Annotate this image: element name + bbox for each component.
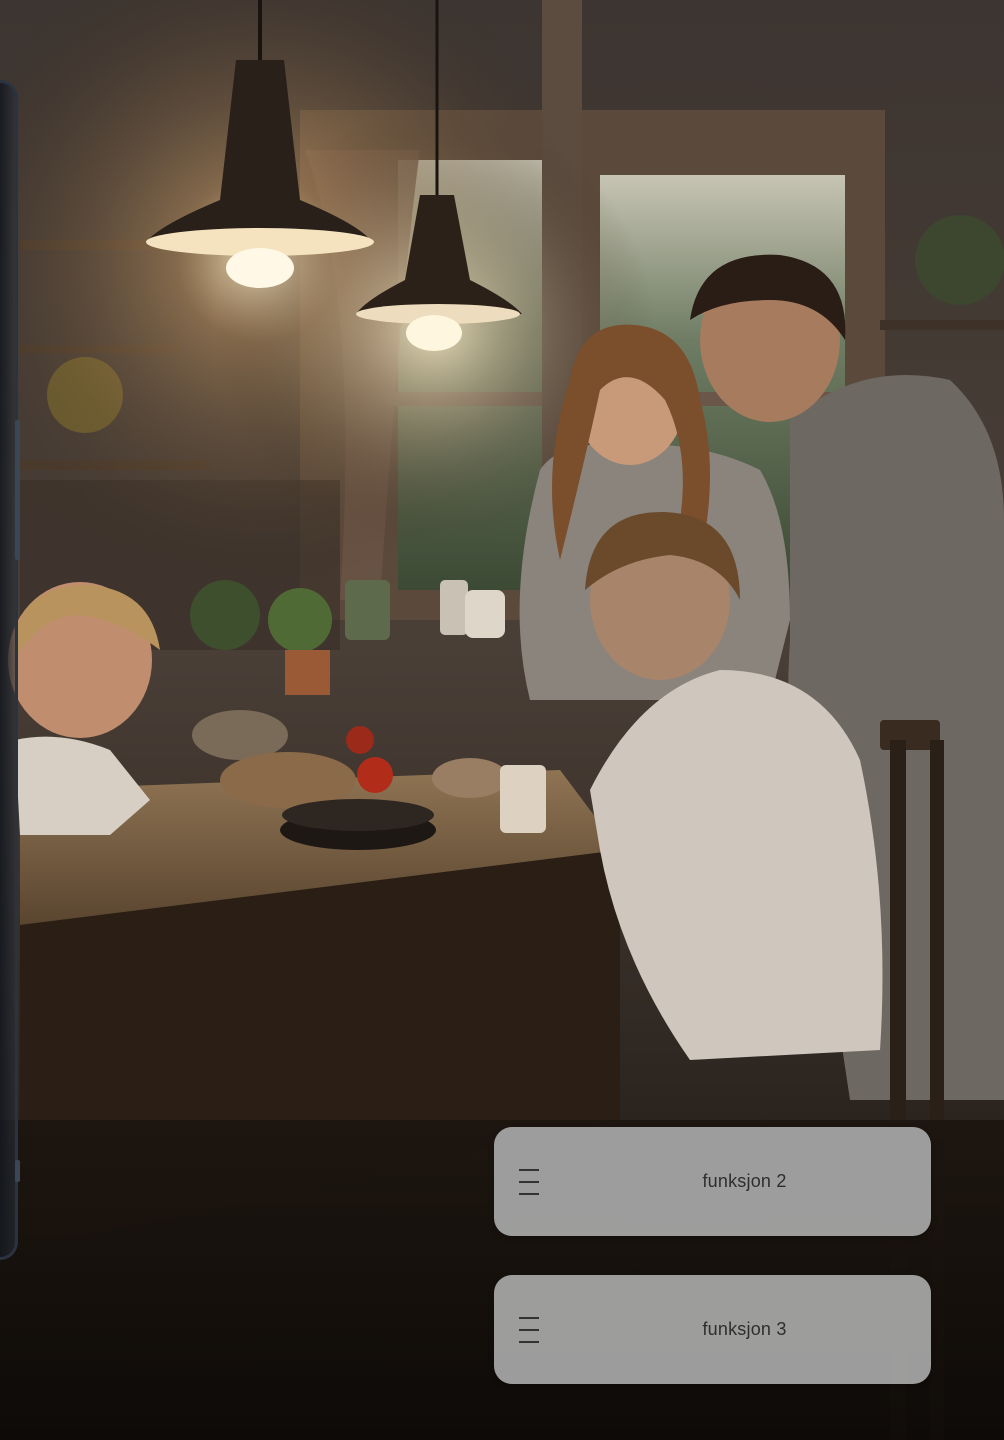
menu-icon (519, 1317, 539, 1343)
device-side-key (15, 1160, 20, 1182)
function-3-button[interactable]: funksjon 3 (494, 1275, 931, 1384)
device-frame-edge (0, 80, 18, 1260)
app-screen: funksjon 2 funksjon 3 (0, 0, 1004, 1440)
device-side-key (15, 420, 20, 560)
function-2-label: funksjon 2 (702, 1171, 787, 1191)
function-2-button[interactable]: funksjon 2 (494, 1127, 931, 1236)
menu-icon (519, 1169, 539, 1195)
function-3-label: funksjon 3 (702, 1319, 787, 1339)
